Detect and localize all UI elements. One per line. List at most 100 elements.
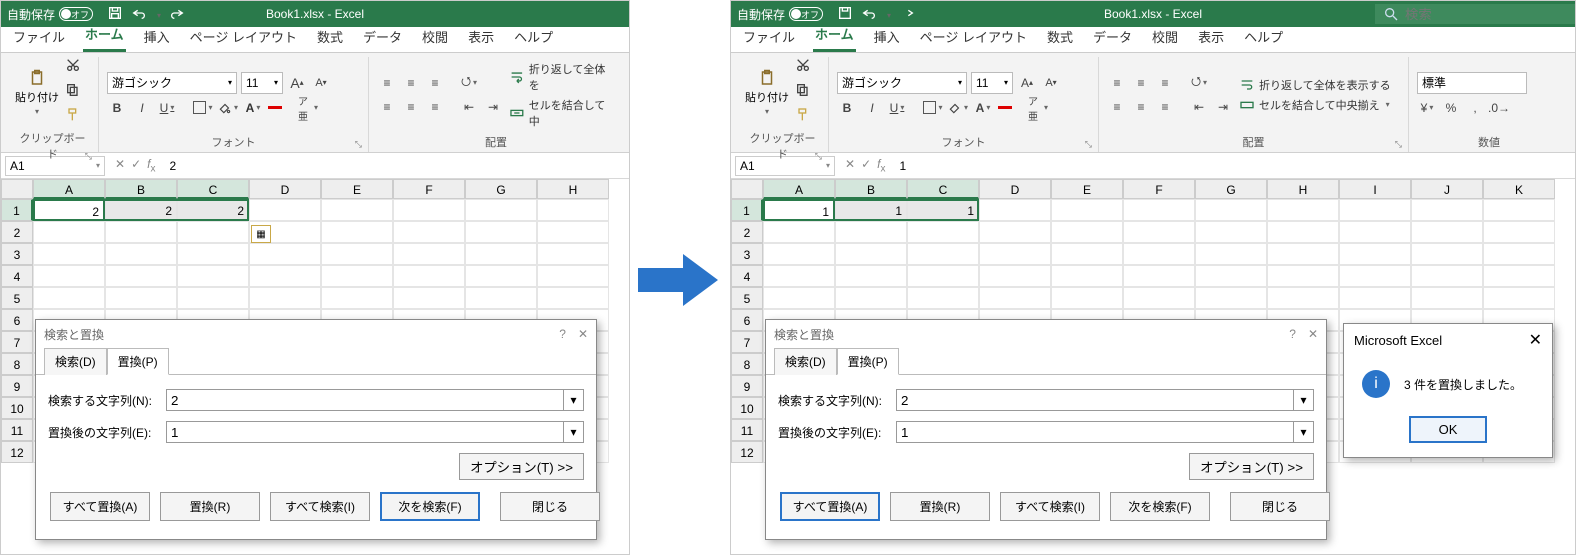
align-bottom-icon[interactable]: ≡ xyxy=(425,73,445,93)
undo-dropdown-icon[interactable] xyxy=(155,7,161,21)
cell[interactable] xyxy=(907,265,979,287)
font-size-combo[interactable]: 11▾ xyxy=(241,72,283,94)
cell[interactable] xyxy=(393,199,465,221)
row-header[interactable]: 3 xyxy=(1,243,33,265)
autosave-toggle[interactable]: 自動保存 オフ xyxy=(731,6,829,23)
row-header[interactable]: 1 xyxy=(731,199,763,221)
cell[interactable] xyxy=(321,243,393,265)
row-header[interactable]: 5 xyxy=(731,287,763,309)
row-header[interactable]: 11 xyxy=(1,419,33,441)
merge-center-button[interactable]: セルを結合して中 xyxy=(509,97,615,129)
percent-format-icon[interactable]: % xyxy=(1441,98,1461,118)
cell[interactable] xyxy=(1339,265,1411,287)
cell[interactable] xyxy=(249,199,321,221)
row-header[interactable]: 11 xyxy=(731,419,763,441)
row-header[interactable]: 7 xyxy=(731,331,763,353)
cell[interactable] xyxy=(1267,199,1339,221)
orientation-icon[interactable]: ⭯ xyxy=(459,73,479,93)
copy-icon[interactable] xyxy=(795,82,811,103)
cell[interactable] xyxy=(763,221,835,243)
cell[interactable] xyxy=(1483,243,1555,265)
cell[interactable] xyxy=(321,199,393,221)
phonetic-button[interactable]: ア亜 xyxy=(298,98,318,118)
wrap-text-button[interactable]: 折り返して全体を xyxy=(509,61,615,93)
row-header[interactable]: 7 xyxy=(1,331,33,353)
cell[interactable]: 1 xyxy=(907,199,979,221)
tab-pagelayout[interactable]: ページ レイアウト xyxy=(918,23,1029,52)
tab-data[interactable]: データ xyxy=(361,23,404,52)
tab-replace[interactable]: 置換(P) xyxy=(837,348,899,375)
cell[interactable] xyxy=(1411,199,1483,221)
cell[interactable] xyxy=(835,265,907,287)
align-center-icon[interactable]: ≡ xyxy=(1131,97,1151,117)
tab-help[interactable]: ヘルプ xyxy=(1242,23,1285,52)
row-header[interactable]: 5 xyxy=(1,287,33,309)
select-all-corner[interactable] xyxy=(731,179,763,199)
cell[interactable] xyxy=(1195,265,1267,287)
fx-icon[interactable]: fx xyxy=(147,157,155,174)
replace-button[interactable]: 置換(R) xyxy=(160,492,260,521)
align-left-icon[interactable]: ≡ xyxy=(377,97,397,117)
cell[interactable] xyxy=(393,265,465,287)
col-header[interactable]: I xyxy=(1339,179,1411,199)
cell[interactable] xyxy=(177,287,249,309)
close-icon[interactable]: ✕ xyxy=(578,327,588,341)
cell[interactable] xyxy=(1267,287,1339,309)
col-header[interactable]: K xyxy=(1483,179,1555,199)
font-size-combo[interactable]: 11▾ xyxy=(971,72,1013,94)
formula-input[interactable]: 1 xyxy=(891,159,914,173)
col-header[interactable]: H xyxy=(1267,179,1339,199)
col-header[interactable]: G xyxy=(1195,179,1267,199)
cell[interactable] xyxy=(537,221,609,243)
cell[interactable] xyxy=(465,287,537,309)
decrease-font-icon[interactable]: A▾ xyxy=(1041,73,1061,93)
italic-button[interactable]: I xyxy=(132,98,152,118)
orientation-icon[interactable]: ⭯ xyxy=(1189,73,1209,93)
col-header[interactable]: F xyxy=(1123,179,1195,199)
font-launcher-icon[interactable]: ⤡ xyxy=(355,139,362,150)
cell[interactable] xyxy=(321,265,393,287)
cell[interactable] xyxy=(393,243,465,265)
find-all-button[interactable]: すべて検索(I) xyxy=(1000,492,1100,521)
cut-icon[interactable] xyxy=(795,57,811,78)
redo-icon[interactable] xyxy=(169,5,185,24)
ok-button[interactable]: OK xyxy=(1409,416,1488,443)
align-bottom-icon[interactable]: ≡ xyxy=(1155,73,1175,93)
cell[interactable] xyxy=(465,265,537,287)
cell[interactable]: 1 xyxy=(835,199,907,221)
cell[interactable]: 2 xyxy=(177,199,249,221)
cell[interactable] xyxy=(537,287,609,309)
cell[interactable] xyxy=(1195,199,1267,221)
font-color-button[interactable]: A xyxy=(243,98,263,118)
alignment-launcher-icon[interactable]: ⤡ xyxy=(1395,139,1402,150)
help-icon[interactable]: ? xyxy=(1289,327,1296,341)
cell[interactable] xyxy=(1411,287,1483,309)
tab-help[interactable]: ヘルプ xyxy=(512,23,555,52)
cell[interactable] xyxy=(1123,265,1195,287)
decrease-indent-icon[interactable]: ⇤ xyxy=(1189,97,1209,117)
cell[interactable] xyxy=(465,199,537,221)
cell[interactable] xyxy=(1267,265,1339,287)
cell[interactable] xyxy=(979,221,1051,243)
row-header[interactable]: 12 xyxy=(1,441,33,463)
merge-center-button[interactable]: セルを結合して中央揃え xyxy=(1239,97,1391,113)
cell[interactable] xyxy=(1411,243,1483,265)
cell[interactable] xyxy=(1195,243,1267,265)
find-next-button[interactable]: 次を検索(F) xyxy=(380,492,480,521)
fill-color-button[interactable] xyxy=(218,98,238,118)
col-header[interactable]: D xyxy=(979,179,1051,199)
tab-replace[interactable]: 置換(P) xyxy=(107,348,169,375)
tab-file[interactable]: ファイル xyxy=(741,23,797,52)
cell[interactable] xyxy=(249,265,321,287)
cell[interactable] xyxy=(1267,221,1339,243)
enter-icon[interactable]: ✓ xyxy=(131,157,141,174)
accounting-format-icon[interactable]: ¥ xyxy=(1417,98,1437,118)
fx-icon[interactable]: fx xyxy=(877,157,885,174)
row-header[interactable]: 10 xyxy=(1,397,33,419)
cell[interactable] xyxy=(1483,265,1555,287)
cell[interactable] xyxy=(393,287,465,309)
cell[interactable] xyxy=(763,265,835,287)
paste-button[interactable]: 貼り付け▾ xyxy=(745,69,789,116)
tab-review[interactable]: 校閲 xyxy=(420,23,450,52)
row-header[interactable]: 8 xyxy=(1,353,33,375)
